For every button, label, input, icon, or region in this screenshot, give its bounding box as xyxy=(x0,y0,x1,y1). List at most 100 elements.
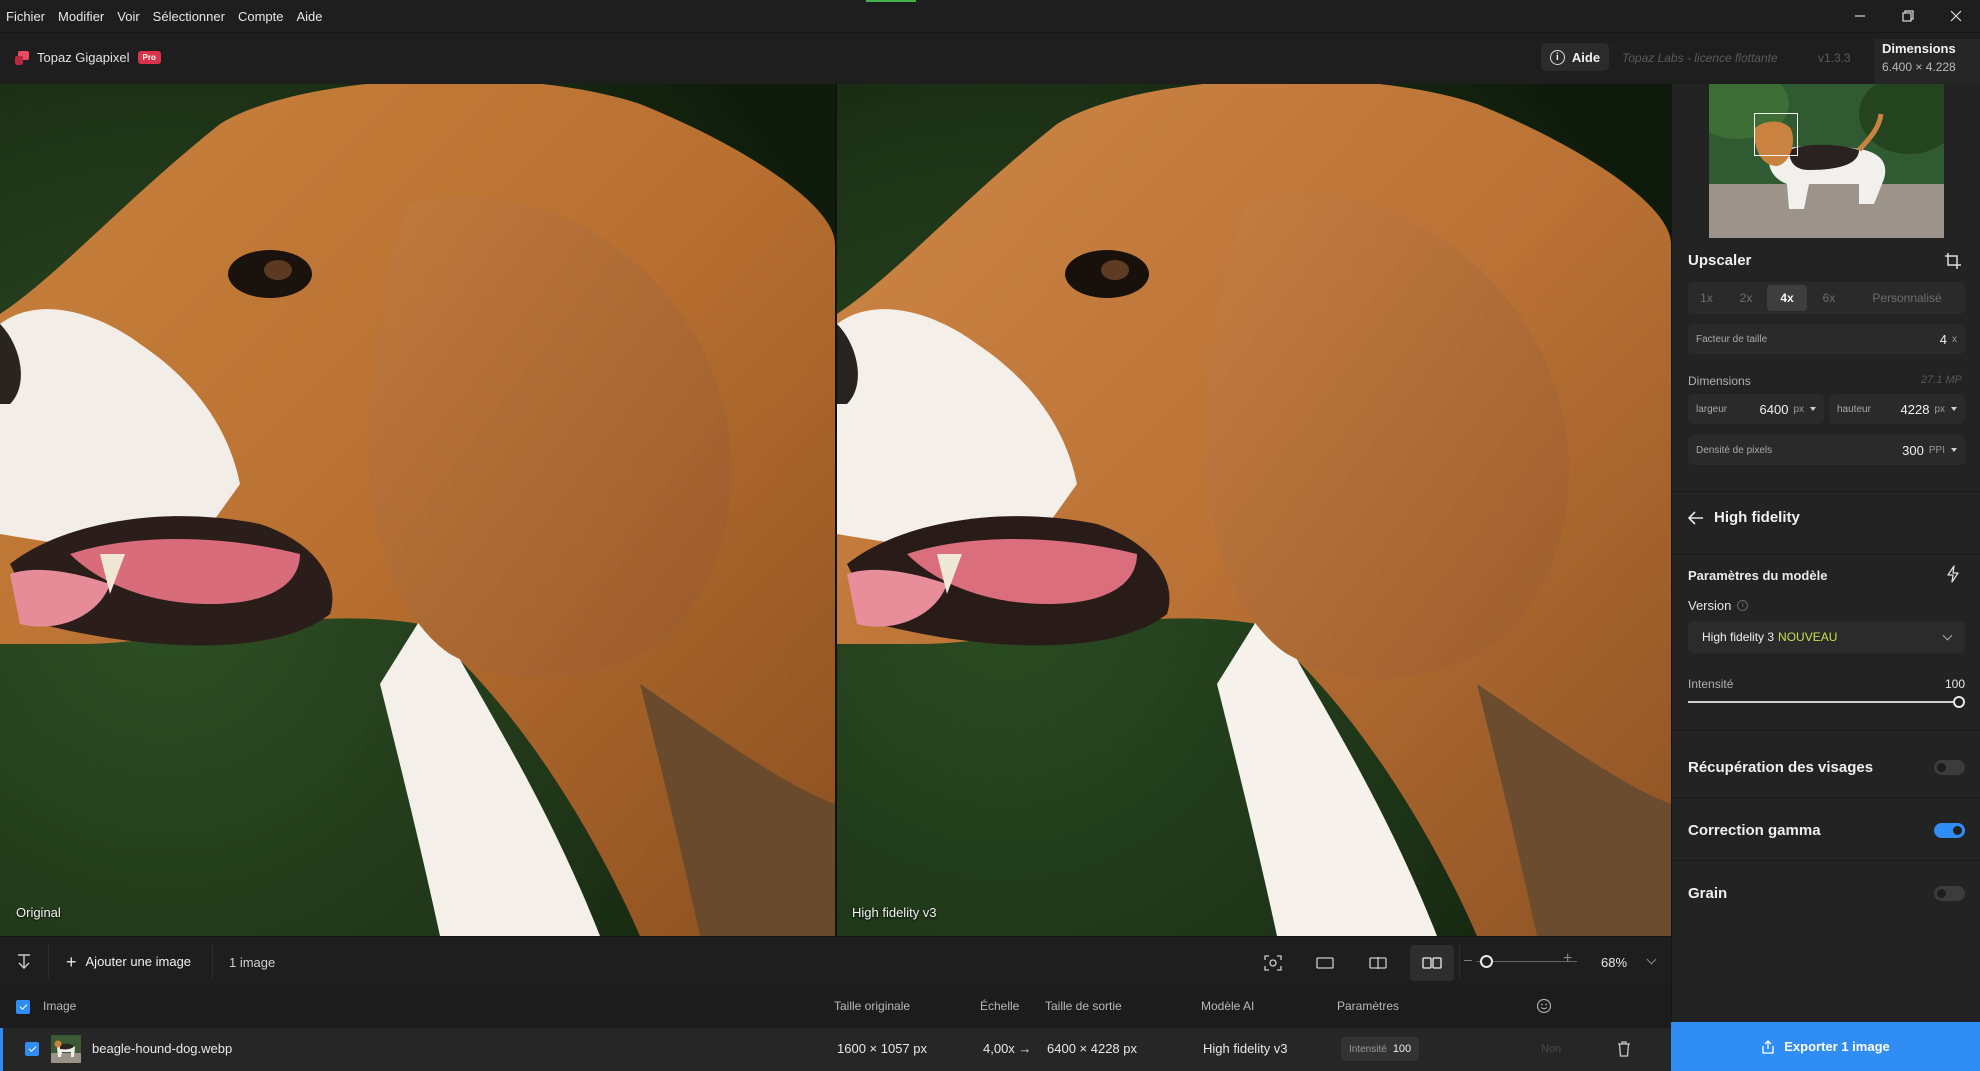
intensity-slider-handle[interactable] xyxy=(1953,696,1965,708)
menu-bar: Fichier Modifier Voir Sélectionner Compt… xyxy=(0,0,1980,32)
row-thumbnail xyxy=(51,1035,81,1063)
table-row[interactable]: beagle-hound-dog.webp 1600 × 1057 px 4,0… xyxy=(0,1028,1671,1071)
dimensions-label: Dimensions xyxy=(1688,374,1751,388)
menu-view[interactable]: Voir xyxy=(111,9,145,24)
row-face-recovery: Non xyxy=(1541,1043,1562,1055)
menu-help[interactable]: Aide xyxy=(290,9,328,24)
header-params[interactable]: Paramètres xyxy=(1337,999,1399,1013)
face-scan-icon xyxy=(1264,955,1282,971)
pixel-density-field[interactable]: Densité de pixels 300 PPI xyxy=(1688,435,1965,465)
grain-label: Grain xyxy=(1688,885,1728,902)
size-factor-unit: x xyxy=(1952,333,1957,345)
pixel-density-value: 300 xyxy=(1902,442,1924,458)
height-unit-caret-icon[interactable] xyxy=(1951,407,1957,411)
header-scale[interactable]: Échelle xyxy=(980,999,1019,1013)
restore-icon[interactable] xyxy=(1884,0,1932,32)
add-image-button[interactable]: + Ajouter une image xyxy=(66,951,191,972)
model-back-button[interactable]: High fidelity xyxy=(1688,509,1800,526)
settings-panel: Upscaler 1x 2x 4x 6x Personnalisé Facteu… xyxy=(1671,84,1980,1022)
single-view-icon xyxy=(1316,957,1334,969)
zoom-slider-handle[interactable] xyxy=(1480,955,1493,968)
width-field[interactable]: largeur 6400 px xyxy=(1688,394,1824,424)
width-unit: px xyxy=(1793,403,1804,415)
menu-select[interactable]: Sélectionner xyxy=(147,9,231,24)
row-model: High fidelity v3 xyxy=(1203,1041,1288,1056)
row-thumbnail-image xyxy=(51,1035,81,1063)
select-all-checkbox[interactable] xyxy=(16,1000,30,1014)
row-checkbox[interactable] xyxy=(25,1042,39,1056)
face-recovery-label: Récupération des visages xyxy=(1688,759,1874,776)
lightning-icon[interactable] xyxy=(1946,565,1960,583)
width-unit-caret-icon[interactable] xyxy=(1810,407,1816,411)
trash-icon[interactable] xyxy=(1617,1041,1631,1057)
scale-option-custom[interactable]: Personnalisé xyxy=(1851,285,1963,311)
section-divider xyxy=(1672,797,1980,798)
zoom-value[interactable]: 68% xyxy=(1601,955,1627,970)
side-by-side-view-button[interactable] xyxy=(1410,945,1454,981)
minimize-icon[interactable] xyxy=(1836,0,1884,32)
zoom-chevron-icon[interactable] xyxy=(1646,954,1657,965)
version-label: Version xyxy=(1688,598,1732,613)
scale-selector: 1x 2x 4x 6x Personnalisé xyxy=(1688,282,1965,314)
height-field[interactable]: hauteur 4228 px xyxy=(1829,394,1965,424)
menu-edit[interactable]: Modifier xyxy=(52,9,110,24)
pixel-density-caret-icon[interactable] xyxy=(1951,448,1957,452)
navigator-viewport-frame[interactable] xyxy=(1754,113,1798,156)
scale-option-6x[interactable]: 6x xyxy=(1807,285,1851,311)
sort-down-icon[interactable] xyxy=(15,953,33,971)
section-divider xyxy=(1672,860,1980,861)
upscaled-preview[interactable]: High fidelity v3 xyxy=(837,84,1671,936)
zoom-in-icon[interactable]: + xyxy=(1563,950,1572,968)
top-progress-indicator xyxy=(866,0,916,2)
size-factor-field[interactable]: Facteur de taille 4 x xyxy=(1688,324,1965,354)
menu-account[interactable]: Compte xyxy=(232,9,290,24)
app-header: Topaz Gigapixel Pro i Aide Topaz Labs - … xyxy=(0,32,1980,85)
width-label: largeur xyxy=(1696,403,1728,415)
close-icon[interactable] xyxy=(1932,0,1980,32)
navigator-thumbnail[interactable] xyxy=(1709,84,1944,238)
version-row: Version i xyxy=(1688,598,1749,613)
original-preview[interactable]: Original xyxy=(0,84,835,936)
info-icon: i xyxy=(1549,49,1565,65)
scale-option-2x[interactable]: 2x xyxy=(1725,285,1767,311)
help-button[interactable]: i Aide xyxy=(1541,43,1609,71)
face-icon xyxy=(1536,998,1552,1014)
topaz-logo-icon xyxy=(15,50,29,65)
version-info-icon[interactable]: i xyxy=(1737,600,1749,611)
version-select[interactable]: High fidelity 3 NOUVEAU xyxy=(1688,621,1965,653)
row-output-size: 6400 × 4228 px xyxy=(1047,1041,1137,1056)
toolbar-separator xyxy=(1459,945,1460,979)
header-original-size[interactable]: Taille originale xyxy=(834,999,910,1013)
window-controls xyxy=(1836,0,1980,32)
header-image[interactable]: Image xyxy=(43,999,76,1013)
intensity-slider-track[interactable] xyxy=(1688,701,1959,703)
single-view-button[interactable] xyxy=(1303,945,1347,981)
scale-option-1x[interactable]: 1x xyxy=(1688,285,1725,311)
image-count: 1 image xyxy=(229,955,276,970)
dimensions-summary-title: Dimensions xyxy=(1882,41,1956,56)
image-table-header: Image Taille originale Échelle Taille de… xyxy=(0,986,1671,1028)
upscaler-title: Upscaler xyxy=(1688,252,1752,269)
face-detect-view-button[interactable] xyxy=(1251,945,1295,981)
header-output-size[interactable]: Taille de sortie xyxy=(1045,999,1122,1013)
face-recovery-row: Récupération des visages xyxy=(1688,759,1965,776)
split-view-button[interactable] xyxy=(1356,945,1400,981)
zoom-out-icon[interactable]: – xyxy=(1464,951,1472,967)
grain-toggle[interactable] xyxy=(1934,886,1965,901)
dimensions-summary: Dimensions 6.400 × 4.228 xyxy=(1874,39,1980,85)
header-ai-model[interactable]: Modèle AI xyxy=(1201,999,1254,1013)
face-recovery-toggle[interactable] xyxy=(1934,760,1965,775)
pixel-density-label: Densité de pixels xyxy=(1696,444,1773,456)
model-name: High fidelity xyxy=(1714,509,1800,526)
gamma-correction-toggle[interactable] xyxy=(1934,823,1965,838)
scale-option-4x[interactable]: 4x xyxy=(1767,285,1807,311)
plus-icon: + xyxy=(66,951,77,972)
row-params-pill: Intensité 100 xyxy=(1341,1037,1420,1061)
menu-file[interactable]: Fichier xyxy=(0,9,51,24)
model-params-title: Paramètres du modèle xyxy=(1688,568,1828,583)
arrow-left-icon xyxy=(1688,510,1703,525)
crop-icon[interactable] xyxy=(1944,252,1962,270)
section-divider xyxy=(1672,554,1980,555)
export-button[interactable]: Exporter 1 image xyxy=(1671,1022,1980,1071)
width-value: 6400 xyxy=(1759,401,1789,417)
